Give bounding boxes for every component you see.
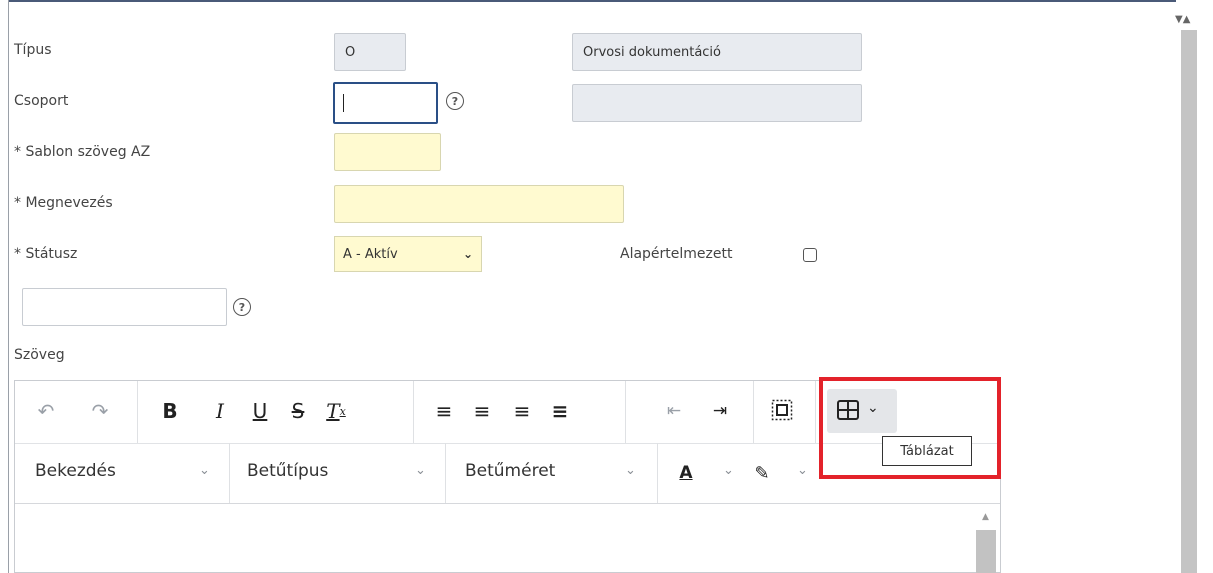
statusz-selected-value: A - Aktív (343, 246, 398, 262)
scroll-up-icon[interactable]: ▼▲ (1175, 14, 1190, 25)
font-dropdown[interactable]: Betűtípus (247, 461, 328, 481)
toolbar-separator (137, 381, 138, 443)
align-left-icon[interactable]: ≡ (429, 395, 459, 427)
outdent-icon[interactable]: ⇤ (659, 395, 689, 427)
chevron-down-icon: ⌄ (462, 247, 473, 261)
toolbar-separator (815, 381, 816, 443)
font-size-dropdown[interactable]: Betűméret (465, 461, 555, 481)
italic-icon[interactable]: I (205, 395, 235, 427)
chevron-down-icon: ⌄ (723, 463, 734, 478)
tipus-label: Típus (14, 42, 52, 58)
align-center-icon[interactable]: ≡ (467, 395, 497, 427)
scroll-up-icon[interactable]: ▲ (982, 512, 989, 522)
megnevezes-input[interactable] (334, 185, 624, 223)
redo-icon[interactable]: ↷ (85, 395, 115, 427)
select-all-icon[interactable] (769, 397, 795, 423)
editor-scrollbar[interactable] (976, 530, 996, 573)
chevron-down-icon: ⌄ (199, 463, 210, 478)
strikethrough-icon[interactable]: S (283, 395, 313, 427)
toolbar-separator (229, 443, 230, 503)
align-justify-icon[interactable]: ≡ (545, 395, 575, 427)
toolbar-separator (753, 381, 754, 443)
clear-formatting-icon[interactable]: Tx (321, 395, 351, 427)
highlight-color-icon[interactable]: ✎ (749, 459, 775, 487)
tipus-name-field: Orvosi dokumentáció (572, 33, 862, 71)
csoport-name-field (572, 84, 862, 122)
alapertelmezett-label: Alapértelmezett (620, 246, 733, 262)
toolbar-separator (625, 381, 626, 443)
sablon-az-input[interactable] (334, 133, 441, 171)
tipus-code-field: O (334, 33, 406, 71)
help-icon[interactable]: ? (446, 92, 464, 110)
left-border (8, 0, 9, 573)
extra-input[interactable] (22, 288, 227, 326)
toolbar-separator (445, 443, 446, 503)
csoport-input[interactable] (333, 82, 438, 124)
szoveg-label: Szöveg (14, 347, 65, 363)
megnevezes-label: * Megnevezés (14, 195, 113, 211)
text-caret (343, 94, 344, 112)
statusz-select[interactable]: A - Aktív ⌄ (334, 236, 482, 272)
toolbar-separator (657, 443, 658, 503)
underline-icon[interactable]: U (245, 395, 275, 427)
text-color-icon[interactable]: A (673, 459, 699, 487)
toolbar-separator (413, 381, 414, 443)
csoport-label: Csoport (14, 93, 69, 109)
chevron-down-icon: ⌄ (415, 463, 426, 478)
top-border (8, 0, 1176, 2)
chevron-down-icon: ⌄ (797, 463, 808, 478)
sablon-az-label: * Sablon szöveg AZ (14, 144, 151, 160)
align-right-icon[interactable]: ≡ (507, 395, 537, 427)
alapertelmezett-checkbox[interactable] (803, 248, 817, 262)
undo-icon[interactable]: ↶ (31, 395, 61, 427)
statusz-label: * Státusz (14, 246, 78, 262)
chevron-down-icon: ⌄ (625, 463, 636, 478)
help-icon[interactable]: ? (233, 298, 251, 316)
highlight-box (819, 377, 1001, 479)
page-scrollbar[interactable] (1181, 30, 1197, 573)
indent-icon[interactable]: ⇥ (705, 395, 735, 427)
bold-icon[interactable]: B (155, 395, 185, 427)
paragraph-dropdown[interactable]: Bekezdés (35, 461, 116, 481)
